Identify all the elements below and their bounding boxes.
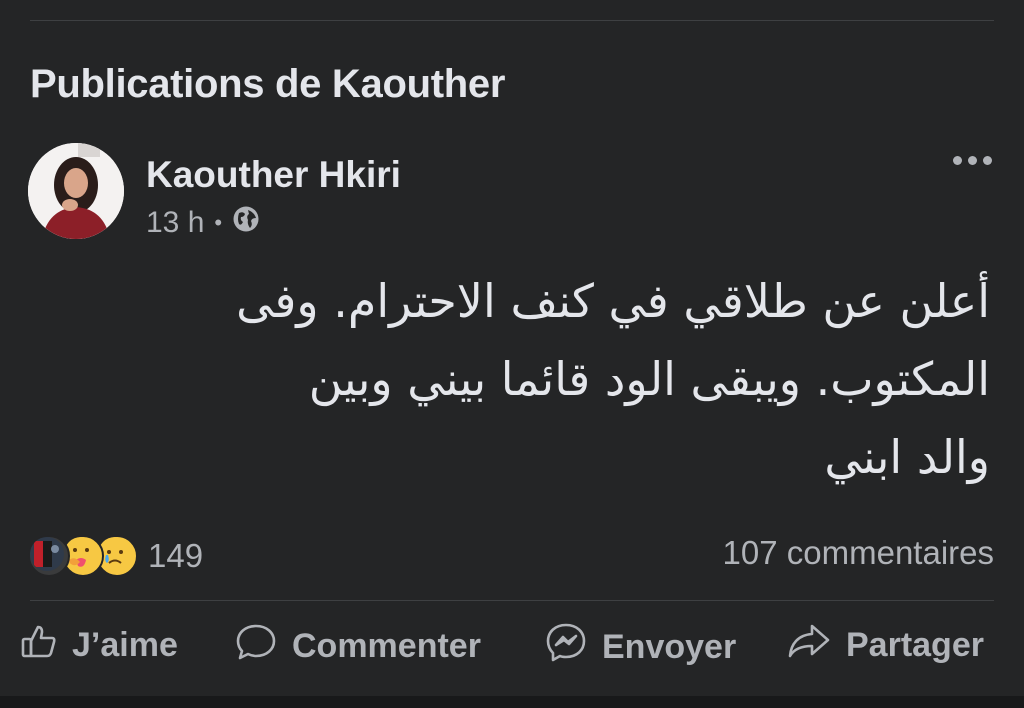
avatar[interactable] [28,143,124,239]
section-title: Publications de Kaouther [30,62,506,106]
post-text-line: والد ابني [824,430,990,484]
post-time[interactable]: 13 h [146,206,204,240]
share-button[interactable]: Partager [786,622,984,669]
top-divider [30,20,994,21]
share-label: Partager [846,626,984,664]
avatar-photo [28,143,124,239]
author-name[interactable]: Kaouther Hkiri [146,154,401,196]
reaction-count: 149 [148,537,204,574]
post-text-line: المكتوب. ويبقى الود قائما بيني وبين [308,352,990,406]
comments-count[interactable]: 107 commentaires [723,534,994,572]
meta-separator: • [214,210,223,235]
more-options-button[interactable] [953,156,992,165]
more-dot [983,156,992,165]
globe-icon [232,205,260,241]
send-button[interactable]: Envoyer [544,622,736,673]
comment-button[interactable]: Commenter [234,622,481,671]
more-dot [953,156,962,165]
comment-label: Commenter [292,627,481,665]
action-bar: J’aime Commenter Envoyer Partager [0,622,1024,682]
flag-reaction-icon [28,535,70,577]
bottom-separator [0,696,1024,708]
like-label: J’aime [72,626,178,664]
actions-divider [30,600,994,601]
post-text-line: أعلن عن طلاقي في كنف الاحترام. وفى [236,274,990,328]
reactions-summary[interactable]: 149 [28,535,203,577]
send-label: Envoyer [602,628,737,666]
post-text: أعلن عن طلاقي في كنف الاحترام. وفى المكت… [60,262,990,496]
comment-bubble-icon [234,622,278,671]
more-dot [968,156,977,165]
share-arrow-icon [786,622,832,669]
messenger-icon [544,622,588,673]
post-meta: 13 h • [146,205,260,241]
like-button[interactable]: J’aime [20,622,178,669]
thumbs-up-icon [20,622,58,669]
